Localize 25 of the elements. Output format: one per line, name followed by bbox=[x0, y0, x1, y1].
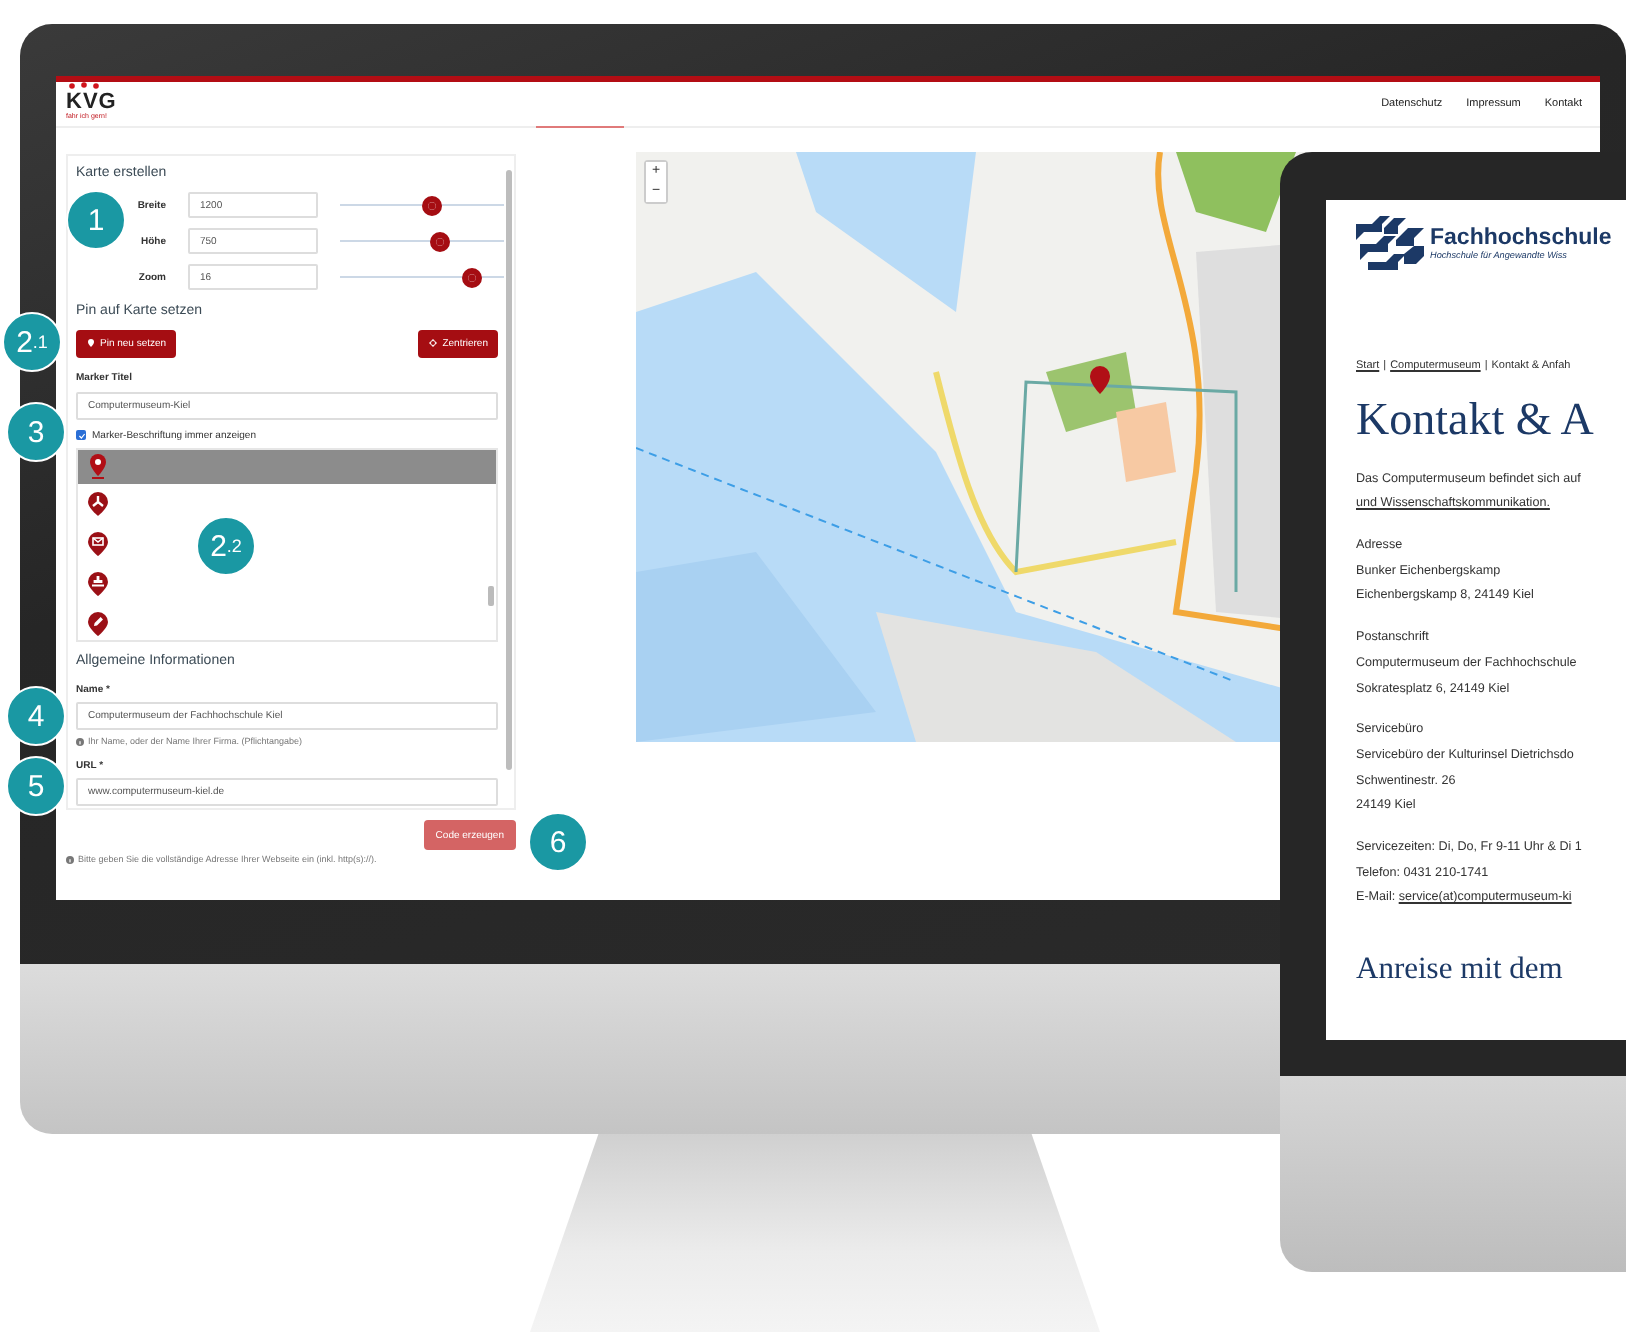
step-number: 3 bbox=[6, 402, 66, 462]
monument-icon bbox=[86, 569, 110, 598]
logo-icon bbox=[1356, 216, 1424, 270]
page-heading: Kontakt & A bbox=[1356, 392, 1594, 448]
crosshair-icon bbox=[428, 338, 439, 349]
map-pin-icon bbox=[86, 452, 110, 481]
info-icon bbox=[76, 737, 84, 746]
info-icon bbox=[66, 855, 74, 863]
propeller-icon bbox=[86, 489, 110, 518]
slider-thumb[interactable] bbox=[430, 231, 451, 252]
slider-thumb[interactable] bbox=[421, 195, 442, 216]
logo-text[interactable]: KVG bbox=[66, 86, 117, 115]
logo-dots-icon bbox=[68, 82, 100, 91]
logo-text: Fachhochschule bbox=[1430, 225, 1612, 251]
slider-thumb[interactable] bbox=[461, 267, 482, 288]
section-heading: Anreise mit dem bbox=[1356, 952, 1563, 989]
scrollbar-thumb[interactable] bbox=[488, 585, 494, 606]
scrollbar-thumb[interactable] bbox=[506, 170, 512, 770]
step-number: 5 bbox=[6, 756, 66, 816]
checkbox[interactable] bbox=[76, 430, 86, 441]
step-number: 4 bbox=[6, 686, 66, 746]
pin-icon bbox=[86, 338, 96, 349]
icon-list[interactable] bbox=[76, 447, 498, 642]
envelope-icon bbox=[86, 529, 110, 558]
pencil-icon bbox=[86, 609, 110, 638]
